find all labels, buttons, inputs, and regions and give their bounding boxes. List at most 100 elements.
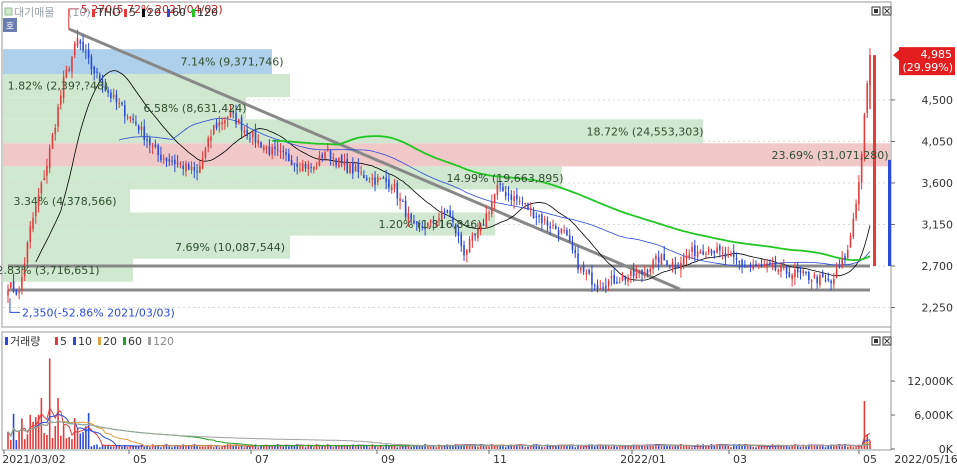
candle-body [724, 253, 727, 258]
candle-body [87, 49, 90, 58]
volume-bar [769, 446, 771, 449]
candle-body [546, 220, 549, 226]
candle-body [710, 250, 713, 254]
candle-body [824, 279, 827, 281]
volume-legend-swatch [5, 337, 8, 345]
volume-ma-legend-swatch [123, 337, 126, 345]
candle-body [338, 157, 340, 168]
volume-bar [35, 417, 37, 449]
candle-body [224, 120, 226, 124]
chart-canvas[interactable]: 7.14% (9,371,746) 1.82% (2,39?,?48) 6.58% … [0, 0, 957, 468]
volume-bar [368, 447, 371, 449]
candle-body [707, 248, 710, 253]
candle-body [538, 215, 540, 218]
supply-band-label: 6.58% (8,631,424) [143, 102, 246, 115]
volume-bar [382, 447, 385, 449]
date-tick-label: 2022/05/16 [894, 453, 957, 466]
candle-body [588, 270, 590, 274]
candle-body [524, 203, 526, 205]
volume-bar [365, 445, 368, 449]
volume-bar [71, 439, 73, 449]
candle-body [816, 276, 818, 284]
candle-body [518, 200, 521, 202]
volume-bar [137, 446, 140, 449]
volume-bar [849, 445, 852, 449]
candle-body [660, 254, 663, 265]
candle-body [73, 43, 76, 55]
candle-body [763, 264, 766, 268]
volume-bar [232, 445, 235, 449]
candle-body [468, 239, 471, 253]
volume-ma-legend-label: 120 [153, 335, 174, 348]
candle-body [755, 263, 757, 265]
candle-body [257, 139, 260, 144]
price-pane-maximize-icon[interactable] [871, 6, 881, 16]
candle-body [702, 251, 704, 255]
candle-body [794, 269, 796, 278]
candle-body [21, 277, 23, 290]
volume-bar [243, 447, 246, 449]
volume-bar [43, 433, 45, 449]
volume-tick-label: 12,000K [907, 375, 953, 388]
candle-body [657, 257, 660, 263]
candle-body [76, 37, 79, 47]
candle-body [48, 148, 51, 169]
candle-body [288, 153, 290, 162]
candle-body [802, 270, 805, 274]
price-pane-close-icon[interactable] [882, 6, 892, 16]
candle-body [246, 129, 248, 137]
candle-body [858, 181, 860, 205]
volume-bar [677, 446, 679, 449]
candle-body [491, 201, 493, 214]
candle-body [727, 254, 729, 256]
candle-body [121, 102, 123, 105]
volume-bar [574, 447, 577, 449]
volume-bar [26, 434, 29, 449]
side-toggle-button[interactable]: 호 [3, 18, 17, 32]
candle-body [221, 122, 223, 125]
volume-bar [682, 445, 685, 449]
candle-body [335, 159, 337, 166]
candle-body [313, 167, 315, 171]
candle-body [293, 162, 296, 164]
volume-bar [168, 446, 171, 449]
low-annotation-text: 2,350(-52.86% 2021/03/03) [22, 306, 175, 319]
candle-body [388, 179, 390, 188]
supply-band-label: 7.69% (10,087,544) [175, 241, 285, 254]
volume-bar [788, 446, 791, 449]
candle-body [318, 155, 321, 166]
candle-body [699, 251, 702, 254]
volume-pane-maximize-icon[interactable] [871, 336, 881, 346]
volume-bar [93, 445, 95, 449]
candle-body [299, 168, 301, 170]
candle-body [51, 134, 54, 149]
volume-bar [730, 447, 732, 449]
volume-bar [15, 440, 18, 449]
candle-body [126, 116, 129, 118]
volume-bar [182, 444, 184, 449]
candle-body [805, 271, 807, 274]
volume-bar [618, 446, 621, 449]
candle-body [18, 291, 20, 293]
candle-body [568, 235, 571, 242]
candle-body [685, 255, 688, 259]
volume-ma-legend-label: 20 [103, 335, 117, 348]
candle-body [632, 270, 635, 277]
volume-bar [705, 446, 707, 449]
volume-bar [276, 444, 279, 449]
volume-bar [90, 446, 93, 449]
volume-bar [783, 446, 785, 449]
volume-bar [304, 447, 307, 449]
price-tick-label: 2,700 [922, 260, 954, 273]
volume-bar [346, 445, 349, 449]
candle-body [618, 282, 621, 284]
volume-bar [429, 446, 432, 449]
volume-pane-close-icon[interactable] [882, 336, 892, 346]
candle-body [554, 225, 557, 230]
volume-bar [135, 446, 137, 449]
candle-body [596, 284, 599, 290]
candle-body [488, 212, 490, 214]
volume-ma-legend-label: 60 [128, 335, 142, 348]
volume-bar [60, 435, 62, 449]
volume-bar [171, 447, 173, 449]
